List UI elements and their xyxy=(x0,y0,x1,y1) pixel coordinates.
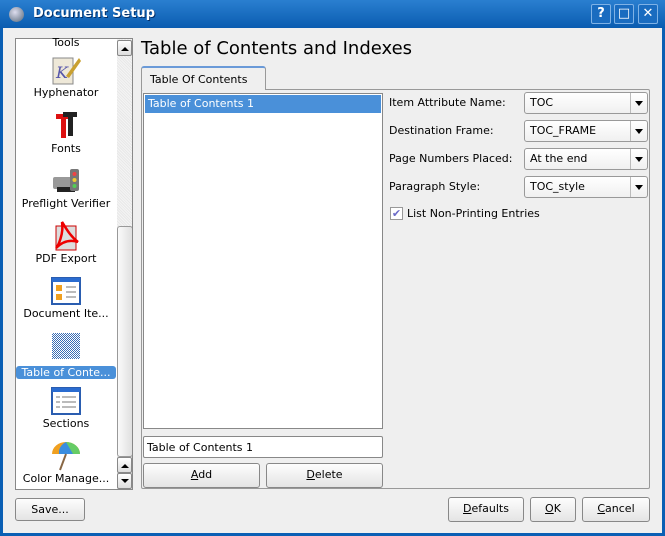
ok-button-key: O xyxy=(545,502,554,515)
sidebar-item-hyphenator[interactable]: K Hyphenator xyxy=(16,54,116,99)
page-numbers-placed-combo[interactable]: At the end xyxy=(524,148,648,170)
toc-icon xyxy=(52,333,80,359)
scrollbar-thumb[interactable] xyxy=(117,226,132,457)
sidebar-item-document-items[interactable]: Document Ite... xyxy=(16,275,116,320)
fonts-icon xyxy=(56,112,77,138)
sidebar-item-tools[interactable]: Tools xyxy=(16,36,116,49)
combo-value: TOC_style xyxy=(530,180,585,193)
sidebar-item-label: Preflight Verifier xyxy=(21,197,111,210)
document-items-icon xyxy=(51,277,81,305)
toc-list[interactable]: Table of Contents 1 xyxy=(143,93,383,429)
list-non-printing-label: List Non-Printing Entries xyxy=(407,207,540,220)
sidebar-item-label: Tools xyxy=(52,36,80,49)
preflight-icon xyxy=(53,169,79,192)
cancel-button[interactable]: Cancel xyxy=(582,497,650,522)
tab-table-of-contents[interactable]: Table Of Contents xyxy=(141,66,266,90)
list-item[interactable]: Table of Contents 1 xyxy=(145,95,381,113)
item-attribute-name-label: Item Attribute Name: xyxy=(389,96,506,109)
toc-name-input[interactable]: Table of Contents 1 xyxy=(143,436,383,458)
destination-frame-label: Destination Frame: xyxy=(389,124,494,137)
sidebar-item-label: Table of Conte... xyxy=(16,366,116,379)
sidebar-item-fonts[interactable]: Fonts xyxy=(16,110,116,155)
defaults-button[interactable]: Defaults xyxy=(448,497,524,522)
sidebar-item-label: PDF Export xyxy=(35,252,97,265)
chevron-down-icon[interactable] xyxy=(630,149,647,169)
delete-button[interactable]: Delete xyxy=(266,463,383,488)
paragraph-style-combo[interactable]: TOC_style xyxy=(524,176,648,198)
combo-value: TOC xyxy=(530,96,554,109)
sections-icon xyxy=(51,387,81,415)
color-management-icon xyxy=(52,442,80,471)
defaults-button-label: efaults xyxy=(471,502,509,515)
scroll-down-button[interactable] xyxy=(117,473,132,489)
add-button[interactable]: Add xyxy=(143,463,260,488)
list-non-printing-checkbox[interactable]: ✔ xyxy=(390,207,403,220)
sidebar-item-pdf-export[interactable]: PDF Export xyxy=(16,220,116,265)
defaults-button-key: D xyxy=(463,502,472,515)
add-button-label: dd xyxy=(198,468,213,481)
ok-button[interactable]: OK xyxy=(530,497,576,522)
maximize-button[interactable]: □ xyxy=(614,4,634,24)
title-bar[interactable]: Document Setup ? □ ✕ xyxy=(0,0,665,28)
delete-button-label: elete xyxy=(314,468,343,481)
save-button[interactable]: Save... xyxy=(15,498,85,521)
sidebar-item-color-management[interactable]: Color Manage... xyxy=(16,440,116,485)
scroll-up-button[interactable] xyxy=(117,40,132,56)
sidebar-item-label: Color Manage... xyxy=(22,472,110,485)
sidebar-item-label: Sections xyxy=(42,417,90,430)
page-numbers-placed-label: Page Numbers Placed: xyxy=(389,152,513,165)
sidebar-item-table-of-contents[interactable]: Table of Conte... xyxy=(16,330,116,379)
combo-value: At the end xyxy=(530,152,588,165)
sidebar-item-label: Hyphenator xyxy=(33,86,99,99)
ok-button-label: K xyxy=(553,502,561,515)
chevron-down-icon[interactable] xyxy=(630,121,647,141)
window-title: Document Setup xyxy=(33,6,155,21)
sidebar-item-sections[interactable]: Sections xyxy=(16,385,116,430)
paragraph-style-label: Paragraph Style: xyxy=(389,180,481,193)
pdf-icon xyxy=(55,221,79,251)
chevron-down-icon[interactable] xyxy=(630,93,647,113)
svg-text:K: K xyxy=(55,63,69,82)
item-attribute-name-combo[interactable]: TOC xyxy=(524,92,648,114)
cancel-button-key: C xyxy=(597,502,606,515)
hyphenator-icon: K xyxy=(52,57,81,85)
scroll-up-button-bottom[interactable] xyxy=(117,457,132,473)
sidebar-item-label: Fonts xyxy=(51,142,81,155)
combo-value: TOC_FRAME xyxy=(530,124,597,137)
cancel-button-label: ancel xyxy=(605,502,635,515)
destination-frame-combo[interactable]: TOC_FRAME xyxy=(524,120,648,142)
sidebar-item-preflight-verifier[interactable]: Preflight Verifier xyxy=(16,165,116,210)
app-icon xyxy=(9,7,24,22)
help-button[interactable]: ? xyxy=(591,4,611,24)
sidebar-item-label: Document Ite... xyxy=(23,307,109,320)
chevron-down-icon[interactable] xyxy=(630,177,647,197)
page-title: Table of Contents and Indexes xyxy=(141,38,413,59)
delete-button-key: D xyxy=(306,468,315,481)
close-button[interactable]: ✕ xyxy=(638,4,658,24)
